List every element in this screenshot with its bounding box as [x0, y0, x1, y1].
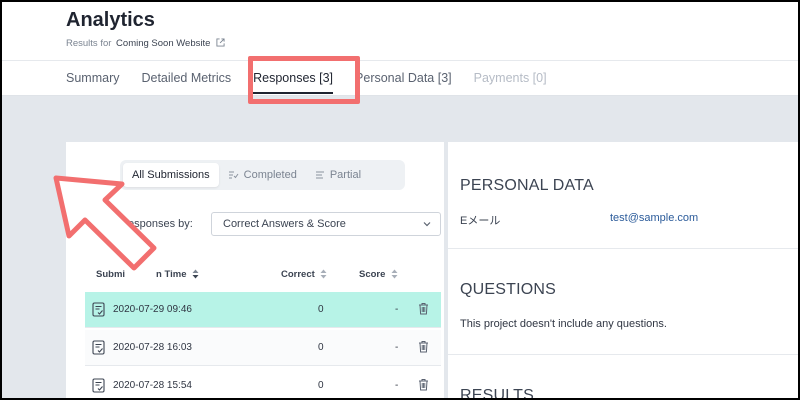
row-correct: 0	[318, 380, 324, 391]
lines-icon	[315, 171, 324, 179]
column-header-time-start: Submi	[96, 269, 126, 280]
responses-by-value: Correct Answers & Score	[223, 218, 346, 230]
column-header-submission-time[interactable]: Submi n Time	[96, 269, 199, 280]
trash-icon[interactable]	[418, 378, 429, 391]
submission-filter: All Submissions Completed Partial	[120, 160, 405, 190]
row-correct: 0	[318, 304, 324, 315]
tab-detailed-metrics[interactable]: Detailed Metrics	[141, 61, 231, 97]
document-check-icon	[92, 340, 105, 355]
email-label: Eメール	[460, 215, 501, 227]
site-name-link[interactable]: Coming Soon Website	[116, 38, 210, 49]
filter-completed[interactable]: Completed	[219, 163, 306, 187]
results-for-label: Results for	[66, 38, 112, 49]
row-date: 2020-07-28 15:54	[113, 380, 192, 391]
page-header: Analytics Results for Coming Soon Websit…	[2, 2, 798, 96]
email-value[interactable]: test@sample.com	[610, 212, 698, 224]
table-row[interactable]: 2020-07-28 15:54 0 -	[85, 368, 441, 398]
response-detail-panel: PERSONAL DATA Eメール test@sample.com QUEST…	[448, 142, 798, 398]
row-score: -	[395, 342, 399, 353]
sort-icon	[192, 269, 199, 279]
questions-empty-text: This project doesn't include any questio…	[460, 318, 667, 330]
column-header-time-end: n Time	[156, 269, 187, 280]
tab-responses[interactable]: Responses [3]	[253, 61, 334, 97]
tab-responses-label: Responses [3]	[253, 71, 334, 85]
filter-all-submissions[interactable]: All Submissions	[123, 163, 219, 187]
row-score: -	[395, 380, 399, 391]
submissions-panel: All Submissions Completed Partial espons…	[66, 142, 444, 398]
tab-bar: Summary Detailed Metrics Responses [3] P…	[66, 61, 569, 97]
document-check-icon	[92, 302, 105, 317]
sort-icon	[320, 269, 327, 279]
sort-icon	[391, 269, 398, 279]
section-divider	[448, 354, 798, 355]
tab-summary[interactable]: Summary	[66, 61, 119, 97]
tab-payments: Payments [0]	[473, 71, 547, 85]
external-link-icon[interactable]	[216, 38, 225, 50]
row-score: -	[395, 304, 399, 315]
results-for: Results for Coming Soon Website	[66, 38, 225, 50]
filter-all-submissions-label: All Submissions	[132, 169, 210, 181]
checklist-icon	[228, 171, 239, 179]
trash-icon[interactable]	[418, 302, 429, 315]
results-title: RESULTS	[460, 387, 535, 398]
row-correct: 0	[318, 342, 324, 353]
table-row[interactable]: 2020-07-29 09:46 0 -	[85, 292, 441, 328]
column-header-correct[interactable]: Correct	[281, 269, 327, 280]
row-date: 2020-07-28 16:03	[113, 342, 192, 353]
page-title: Analytics	[66, 9, 155, 31]
filter-partial[interactable]: Partial	[306, 163, 370, 187]
table-row[interactable]: 2020-07-28 16:03 0 -	[85, 330, 441, 366]
active-tab-underline	[253, 92, 334, 94]
row-date: 2020-07-29 09:46	[113, 304, 192, 315]
trash-icon[interactable]	[418, 340, 429, 353]
filter-completed-label: Completed	[243, 169, 297, 181]
column-header-score-label: Score	[359, 269, 386, 280]
section-divider	[448, 248, 798, 249]
document-check-icon	[92, 378, 105, 393]
personal-data-title: PERSONAL DATA	[460, 177, 594, 194]
screenshot-frame: Analytics Results for Coming Soon Websit…	[2, 2, 798, 398]
column-header-score[interactable]: Score	[359, 269, 398, 280]
filter-partial-label: Partial	[329, 169, 362, 181]
column-header-correct-label: Correct	[281, 269, 315, 280]
questions-title: QUESTIONS	[460, 281, 557, 298]
tab-personal-data[interactable]: Personal Data [3]	[355, 61, 452, 97]
responses-by-select[interactable]: Correct Answers & Score	[211, 212, 441, 236]
responses-by-label: esponses by:	[128, 218, 193, 230]
chevron-down-icon	[423, 222, 431, 227]
